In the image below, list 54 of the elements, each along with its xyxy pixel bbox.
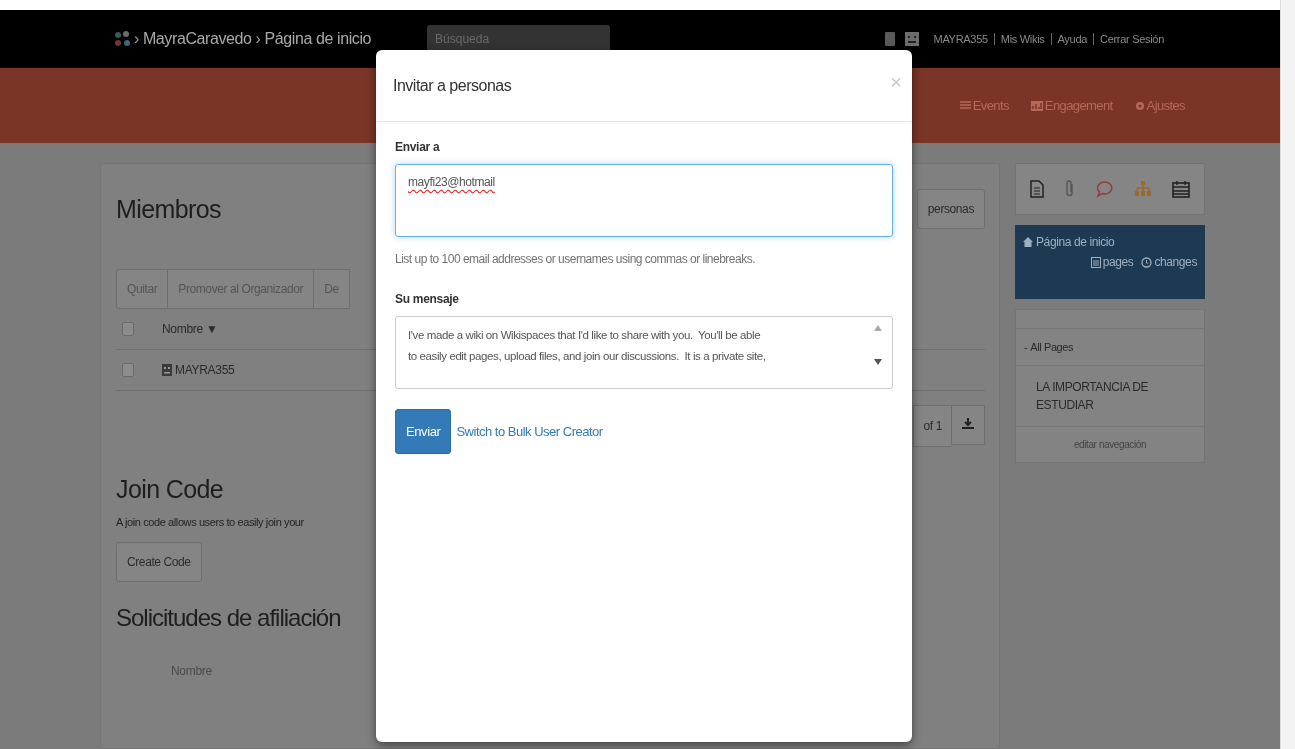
- breadcrumb-separator: ›: [255, 30, 261, 48]
- recipients-field[interactable]: mayfi23@hotmail: [395, 164, 893, 237]
- checkbox[interactable]: [122, 363, 134, 377]
- edit-navigation-link[interactable]: editar navegación: [1016, 426, 1204, 462]
- checkbox[interactable]: [122, 322, 134, 336]
- chart-icon: [1030, 100, 1043, 111]
- avatar-icon[interactable]: [903, 31, 920, 47]
- nav-link[interactable]: Ajustes: [1134, 98, 1185, 113]
- navigation-heading[interactable]: All Pages: [1030, 341, 1074, 353]
- document-icon[interactable]: [1030, 180, 1044, 198]
- breadcrumb-link[interactable]: MayraCaravedo: [142, 30, 252, 48]
- send-button[interactable]: Enviar: [395, 409, 452, 454]
- scroll-up-arrow-icon[interactable]: [874, 325, 882, 331]
- field-label: Enviar a: [395, 140, 440, 154]
- section-title: Join Code: [116, 475, 224, 504]
- pagination-label: of 1: [912, 405, 952, 447]
- field-label: Su mensaje: [395, 292, 459, 306]
- navigation-link[interactable]: LA IMPORTANCIA DE ESTUDIAR: [1016, 365, 1204, 426]
- list-icon: [959, 100, 971, 111]
- help-text: List up to 100 email addresses or usernames using commas or linebreaks.: [395, 252, 756, 266]
- download-button[interactable]: [951, 405, 985, 445]
- column-header[interactable]: Nombre ▼: [162, 322, 218, 336]
- nav-link[interactable]: Events: [959, 98, 1009, 113]
- section-title: Miembros: [116, 194, 221, 224]
- member-name[interactable]: MAYRA355: [175, 363, 235, 377]
- paperclip-icon[interactable]: [1064, 180, 1076, 198]
- join-code-description: A join code allows users to easily join your: [116, 516, 304, 528]
- page-link[interactable]: changes: [1154, 255, 1197, 269]
- avatar-icon: [162, 364, 172, 376]
- download-icon: [962, 417, 974, 430]
- current-page-title[interactable]: Página de inicio: [1036, 235, 1115, 249]
- nav-link[interactable]: Engagement: [1030, 98, 1113, 113]
- calendar-icon[interactable]: [1172, 180, 1190, 198]
- scroll-down-arrow-icon[interactable]: [874, 359, 882, 365]
- user-link[interactable]: Mis Wikis: [993, 33, 1051, 45]
- user-link[interactable]: MAYRA355: [933, 33, 994, 45]
- speech-bubble-icon[interactable]: [1096, 180, 1114, 198]
- dialog-title: Invitar a personas: [393, 77, 512, 95]
- clock-icon: [1141, 256, 1153, 268]
- user-link[interactable]: Cerrar Sesión: [1093, 33, 1170, 45]
- document-icon: [1090, 256, 1101, 268]
- bulk-user-creator-link[interactable]: Switch to Bulk User Creator: [456, 424, 603, 439]
- breadcrumb-link[interactable]: Página de inicio: [264, 30, 372, 48]
- create-code-button[interactable]: Create Code: [116, 542, 202, 582]
- collapse-toggle[interactable]: -: [1024, 341, 1028, 353]
- message-field[interactable]: I've made a wiki on Wikispaces that I'd like to share with you. You'll be able to easily edit pages, upload files, and join our discussions. It is a private site,: [395, 316, 893, 389]
- breadcrumb-separator: ›: [134, 30, 139, 48]
- invite-button[interactable]: personas: [916, 189, 985, 229]
- scrollbar[interactable]: [1280, 0, 1295, 749]
- section-title: Solicitudes de afiliación: [116, 604, 341, 632]
- page-link[interactable]: pages: [1102, 255, 1134, 269]
- user-link[interactable]: Ayuda: [1050, 33, 1094, 45]
- gear-icon: [1134, 100, 1145, 111]
- home-icon: [1023, 237, 1033, 247]
